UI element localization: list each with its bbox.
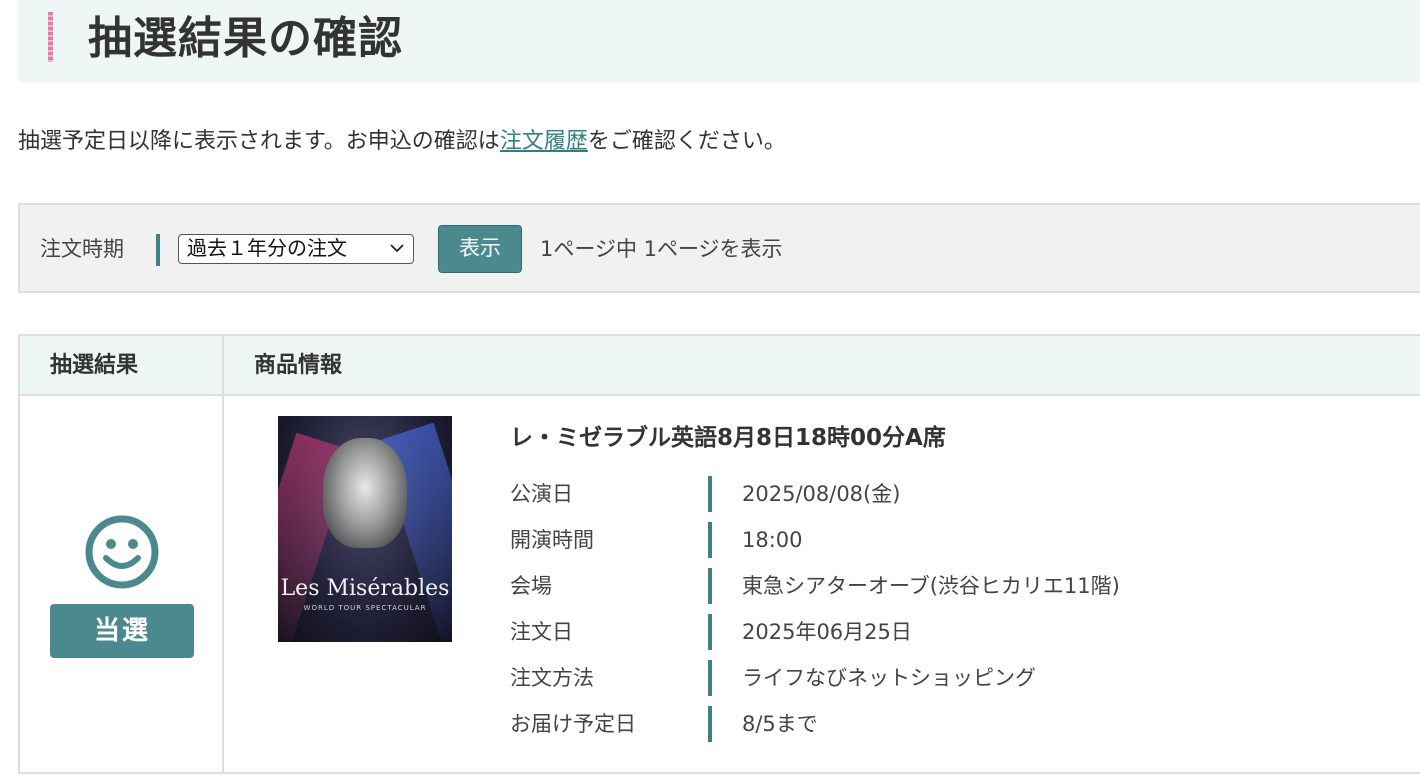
notice-after: をご確認ください。	[587, 129, 786, 154]
product-title: レ・ミゼラブル英語8月8日18時00分A席	[510, 425, 946, 451]
smiley-icon	[84, 514, 160, 590]
detail-value: ライフなびネットショッピング	[742, 666, 1036, 690]
notice-text: 抽選予定日以降に表示されます。お申込の確認は注文履歴をご確認ください。	[18, 124, 786, 160]
product-image: Les Misérables WORLD TOUR SPECTACULAR	[278, 416, 452, 642]
order-history-link[interactable]: 注文履歴	[500, 129, 588, 154]
poster-title: Les Misérables	[280, 576, 450, 601]
chevron-down-icon	[389, 235, 405, 270]
detail-value: 2025/08/08(金)	[742, 482, 901, 506]
show-button[interactable]: 表示	[438, 225, 522, 273]
filter-divider	[156, 234, 160, 266]
detail-divider	[708, 522, 712, 558]
detail-divider	[708, 706, 712, 742]
filter-label: 注文時期	[40, 237, 124, 261]
filter-bar: 注文時期 過去１年分の注文 表示 1ページ中 1ページを表示	[18, 203, 1420, 293]
detail-value: 8/5まで	[742, 712, 818, 736]
detail-label: 会場	[510, 574, 552, 598]
detail-divider	[708, 568, 712, 604]
page-header: 抽選結果の確認	[18, 0, 1420, 82]
detail-divider	[708, 614, 712, 650]
detail-divider	[708, 660, 712, 696]
column-header-result: 抽選結果	[50, 353, 139, 378]
title-accent-bar	[48, 12, 53, 62]
table-header: 抽選結果 商品情報	[20, 336, 1420, 396]
notice-before: 抽選予定日以降に表示されます。お申込の確認は	[18, 129, 500, 154]
detail-divider	[708, 476, 712, 512]
column-divider	[222, 336, 224, 774]
detail-value: 東急シアターオーブ(渋谷ヒカリエ11階)	[742, 574, 1120, 598]
order-period-select[interactable]: 過去１年分の注文	[178, 234, 414, 264]
column-header-product: 商品情報	[254, 353, 343, 378]
detail-label: 公演日	[510, 482, 573, 506]
detail-label: 注文方法	[510, 666, 594, 690]
order-period-value: 過去１年分の注文	[187, 236, 347, 260]
poster-subtitle: WORLD TOUR SPECTACULAR	[303, 604, 427, 612]
detail-label: 開演時間	[510, 528, 594, 552]
page-info: 1ページ中 1ページを表示	[540, 237, 783, 261]
lottery-results-table: 抽選結果 商品情報 当選 Les Misérables WORLD TOUR S…	[18, 334, 1420, 774]
detail-label: 注文日	[510, 620, 573, 644]
result-badge: 当選	[50, 604, 194, 658]
detail-value: 2025年06月25日	[742, 620, 912, 644]
detail-value: 18:00	[742, 528, 803, 552]
page-title: 抽選結果の確認	[88, 13, 403, 64]
detail-label: お届け予定日	[510, 712, 636, 736]
